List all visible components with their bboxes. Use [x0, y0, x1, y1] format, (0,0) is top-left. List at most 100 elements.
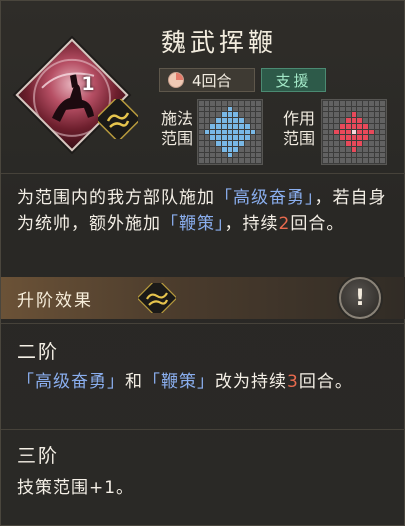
range-cell: [345, 135, 351, 141]
range-cell: [233, 135, 239, 141]
range-cell: [357, 123, 363, 129]
range-cell: [345, 158, 351, 163]
range-cell: [363, 135, 368, 141]
range-cell: [221, 152, 227, 158]
keyword-link[interactable]: 「鞭策」: [161, 214, 225, 234]
range-cell: [244, 123, 250, 129]
range-cell: [357, 158, 363, 163]
range-cell: [204, 152, 210, 158]
range-cell: [345, 152, 351, 158]
range-cell: [374, 118, 380, 123]
range-cell: [380, 118, 385, 123]
range-cell: [256, 112, 261, 118]
range-cell: [328, 123, 334, 129]
range-cell: [239, 158, 244, 163]
range-cell: [334, 158, 340, 163]
range-cell: [204, 101, 210, 106]
range-cell: [256, 158, 261, 163]
range-cell: [227, 129, 233, 135]
range-cell: [374, 158, 380, 163]
range-cell: [374, 123, 380, 129]
effect-range-label-line2: 范围: [283, 129, 316, 148]
range-cell: [239, 146, 244, 152]
range-cell: [199, 123, 204, 129]
range-cell: [334, 112, 340, 118]
range-cell: [239, 152, 244, 158]
range-cell: [368, 141, 374, 146]
range-cell: [256, 101, 261, 106]
range-cell: [256, 106, 261, 112]
range-cell: [345, 123, 351, 129]
range-cell: [351, 135, 357, 141]
range-cell: [374, 146, 380, 152]
range-cell: [368, 118, 374, 123]
range-cell: [340, 158, 345, 163]
range-cell: [199, 101, 204, 106]
range-cell: [368, 146, 374, 152]
range-cell: [221, 158, 227, 163]
range-cell: [221, 112, 227, 118]
range-cell: [340, 101, 345, 106]
range-cell: [323, 112, 328, 118]
range-cell: [216, 123, 221, 129]
range-cell: [340, 123, 345, 129]
range-cell: [250, 152, 256, 158]
range-cell: [380, 101, 385, 106]
range-cell: [351, 101, 357, 106]
range-cell: [323, 118, 328, 123]
range-cell: [345, 101, 351, 106]
range-cell: [210, 123, 216, 129]
keyword-link[interactable]: 「高级奋勇」: [215, 188, 315, 208]
cast-range-label: 施法 范围: [161, 109, 193, 149]
range-cell: [256, 129, 261, 135]
range-cell: [363, 141, 368, 146]
range-cell: [210, 158, 216, 163]
range-cell: [239, 106, 244, 112]
range-cell: [374, 101, 380, 106]
range-cell: [244, 135, 250, 141]
range-cell: [345, 141, 351, 146]
range-cell: [250, 118, 256, 123]
range-cell: [340, 112, 345, 118]
upgrade-title: 升阶效果: [17, 291, 93, 311]
range-cell: [204, 146, 210, 152]
range-cell: [244, 141, 250, 146]
cast-range-grid: [197, 99, 263, 165]
range-cell: [380, 141, 385, 146]
keyword-link[interactable]: 「鞭策」: [143, 372, 215, 392]
range-cell: [357, 129, 363, 135]
range-cell: [199, 118, 204, 123]
range-cell: [363, 123, 368, 129]
range-cell: [204, 135, 210, 141]
range-cell: [351, 106, 357, 112]
skill-card: 1 魏武挥鞭 4回合 支援 施法 范围 作用 范围 为范围内的我方部队施加「高级…: [0, 0, 405, 526]
range-cell: [221, 141, 227, 146]
range-cell: [334, 146, 340, 152]
clock-icon: [168, 72, 184, 88]
keyword-link[interactable]: 「高级奋勇」: [17, 372, 125, 392]
range-cell: [340, 106, 345, 112]
range-cell: [227, 135, 233, 141]
range-cell: [256, 118, 261, 123]
range-cell: [244, 158, 250, 163]
range-cell: [380, 106, 385, 112]
range-cell: [368, 135, 374, 141]
range-cell: [250, 158, 256, 163]
info-exclamation-icon[interactable]: !: [339, 277, 381, 319]
tier3-title: 三阶: [17, 445, 60, 467]
range-cell: [368, 101, 374, 106]
range-cell: [351, 158, 357, 163]
range-cell: [244, 146, 250, 152]
range-cell: [221, 135, 227, 141]
range-cell: [351, 152, 357, 158]
range-cell: [334, 101, 340, 106]
cast-range-label-line2: 范围: [161, 129, 194, 148]
tier2-title: 二阶: [17, 341, 60, 363]
range-cell: [233, 146, 239, 152]
range-cell: [351, 129, 357, 135]
range-cell: [244, 129, 250, 135]
range-cell: [380, 152, 385, 158]
range-cell: [239, 112, 244, 118]
range-cell: [256, 135, 261, 141]
range-cell: [323, 141, 328, 146]
